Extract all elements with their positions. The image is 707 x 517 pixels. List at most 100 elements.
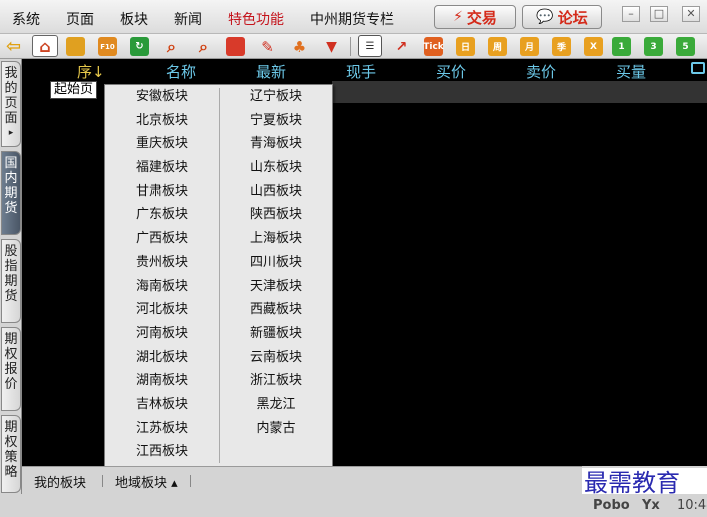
tab-option-quotes[interactable]: 期权报价 [1,327,21,411]
home-icon[interactable]: ⌂ [32,35,58,57]
region-menu-item[interactable]: 宁夏板块 [220,109,334,133]
col-ask[interactable]: 卖价 [526,61,556,82]
region-menu-item[interactable]: 山西板块 [220,180,334,204]
tab-index-futures[interactable]: 股指期货 [1,239,21,323]
region-menu-item[interactable]: 西藏板块 [220,298,334,322]
back-arrow-icon[interactable]: ⇦ [4,36,23,57]
region-menu-item[interactable]: 黑龙江 [220,393,334,417]
region-menu-item[interactable]: 上海板块 [220,227,334,251]
tick-button[interactable]: Tick [423,37,444,56]
region-sector-dropdown: 安徽板块 北京板块 重庆板块 福建板块 甘肃板块 广东板块 广西板块 贵州板块 海南板块 河北板块… [104,84,333,467]
region-menu-item[interactable]: 江苏板块 [105,417,219,441]
region-menu-item[interactable]: 浙江板块 [220,369,334,393]
day-button[interactable]: 日 [456,37,475,56]
region-menu-item[interactable]: 湖南板块 [105,369,219,393]
tab-separator [102,475,103,487]
grid-row-highlight [332,81,707,103]
col-bid[interactable]: 买价 [436,61,466,82]
menu-page[interactable]: 页面 [66,9,94,29]
toolbar-separator [350,37,351,56]
tab-my-page[interactable]: 我的页面 ▸ [1,61,21,147]
pobo-label: Pobo [593,498,630,513]
month-button[interactable]: 月 [520,37,539,56]
menu-news[interactable]: 新闻 [174,9,202,29]
tab-index-futures-label: 股指期货 [4,244,18,304]
speech-bubble-icon: 💬 [536,9,554,25]
forum-label: 论坛 [557,8,588,27]
signal-label: Yx [642,498,660,513]
menu-sector[interactable]: 板块 [120,9,148,29]
zoom-in-icon[interactable]: ⌕ [162,37,181,56]
region-menu-item[interactable]: 广东板块 [105,203,219,227]
region-menu-item[interactable]: 海南板块 [105,275,219,299]
region-menu-item[interactable]: 陕西板块 [220,203,334,227]
bell-icon[interactable]: ♣ [290,37,309,56]
status-bar: Pobo Yx 10:44 [0,494,707,517]
triangle-right-icon: ▸ [8,128,14,138]
region-menu-item[interactable]: 河南板块 [105,322,219,346]
left-tab-bar: 我的页面 ▸ 国内期货 股指期货 期权报价 期权策略 [0,59,22,494]
season-button[interactable]: 季 [552,37,571,56]
tab-region-sector[interactable]: 地域板块 ▴ [115,472,178,491]
region-menu-item[interactable]: 内蒙古 [220,417,334,441]
three-minute-button[interactable]: 3 [644,37,663,56]
region-menu-item[interactable]: 安徽板块 [105,85,219,109]
tab-option-quotes-label: 期权报价 [4,332,18,392]
trade-button[interactable]: ⚡ 交易 [434,5,516,29]
region-menu-item[interactable]: 湖北板块 [105,346,219,370]
region-menu-item[interactable]: 新疆板块 [220,322,334,346]
col-name[interactable]: 名称 [166,61,196,82]
pen-icon[interactable]: ✎ [258,37,277,56]
region-menu-item[interactable]: 江西板块 [105,440,219,464]
zoom-out-icon[interactable]: ⌕ [194,37,213,56]
five-minute-button[interactable]: 5 [676,37,695,56]
region-menu-item[interactable]: 山东板块 [220,156,334,180]
region-menu-item[interactable]: 重庆板块 [105,132,219,156]
week-button[interactable]: 周 [488,37,507,56]
notes-icon[interactable] [66,37,85,56]
col-latest[interactable]: 最新 [256,61,286,82]
panel-icon[interactable] [691,62,705,74]
col-volume[interactable]: 现手 [346,61,376,82]
region-menu-item[interactable]: 辽宁板块 [220,85,334,109]
maximize-icon[interactable]: □ [650,6,668,22]
refresh-icon[interactable]: ↻ [130,37,149,56]
window-icon[interactable] [226,37,245,56]
region-menu-item[interactable]: 云南板块 [220,346,334,370]
filter-icon[interactable]: ▼ [322,37,341,56]
region-menu-item[interactable]: 天津板块 [220,275,334,299]
tab-domestic-futures-label: 国内期货 [4,156,18,216]
region-menu-item[interactable]: 四川板块 [220,251,334,275]
region-menu-item[interactable]: 贵州板块 [105,251,219,275]
x-button[interactable]: X [584,37,603,56]
region-menu-item[interactable]: 福建板块 [105,156,219,180]
forum-button[interactable]: 💬 论坛 [522,5,602,29]
menu-system[interactable]: 系统 [12,9,40,29]
col-bid-volume[interactable]: 买量 [616,61,646,82]
chart-icon[interactable]: ↗ [392,37,411,56]
tab-my-page-label: 我的页面 [4,66,18,126]
clock: 10:44 [677,498,707,513]
region-menu-item[interactable]: 吉林板块 [105,393,219,417]
col-index[interactable]: 序↓ [77,61,105,82]
region-menu-item[interactable]: 甘肃板块 [105,180,219,204]
region-menu-item[interactable]: 河北板块 [105,298,219,322]
quote-table-header: 序↓ 名称 最新 现手 买价 卖价 买量 [22,59,707,81]
toolbar: ⇦ ⌂ F10 ↻ ⌕ ⌕ ✎ ♣ ▼ ☰ ↗ Tick 日 周 月 季 X 1… [0,34,707,59]
region-menu-item[interactable]: 北京板块 [105,109,219,133]
f10-icon[interactable]: F10 [98,37,117,56]
menu-zhongzhou-column[interactable]: 中州期货专栏 [310,9,394,29]
start-page-tooltip: 起始页 [50,81,98,99]
dropdown-column-right: 辽宁板块 宁夏板块 青海板块 山东板块 山西板块 陕西板块 上海板块 四川板块 天津板块 西藏板块… [220,85,334,440]
table-view-icon[interactable]: ☰ [358,35,382,57]
tab-my-sector[interactable]: 我的板块 [34,472,86,491]
region-menu-item[interactable]: 青海板块 [220,132,334,156]
tab-option-strategy[interactable]: 期权策略 [1,415,21,493]
close-icon[interactable]: ✕ [682,6,700,22]
minimize-icon[interactable]: – [622,6,640,22]
tab-domestic-futures[interactable]: 国内期货 [1,151,21,235]
region-menu-item[interactable]: 广西板块 [105,227,219,251]
one-minute-button[interactable]: 1 [612,37,631,56]
sector-tab-bar: 我的板块 地域板块 ▴ [22,466,582,494]
menu-special-features[interactable]: 特色功能 [228,9,284,29]
